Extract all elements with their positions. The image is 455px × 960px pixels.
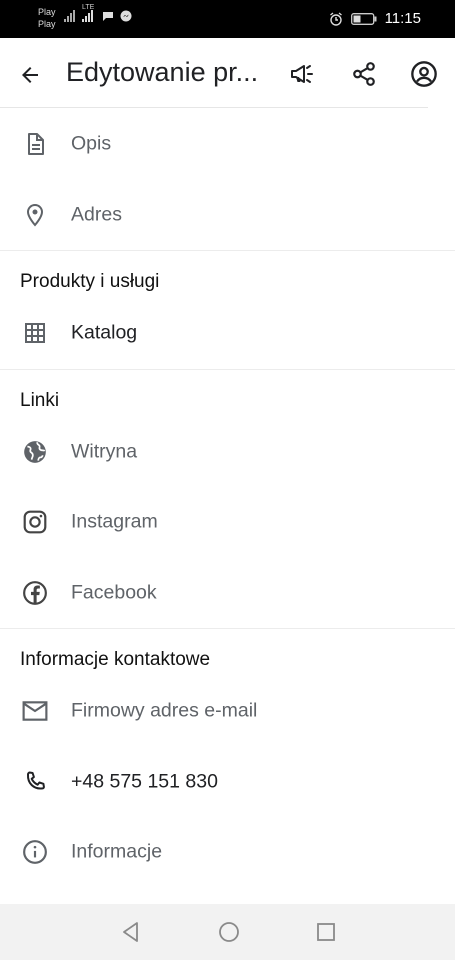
- list-item-opis[interactable]: Opis: [0, 109, 455, 180]
- mail-icon: [21, 697, 49, 725]
- back-triangle-icon[interactable]: [120, 921, 142, 943]
- share-icon: [351, 61, 377, 87]
- status-bar: Play Play LTE 11:15: [0, 0, 455, 38]
- settings-list: Opis Adres Produkty i usługi Katalog Lin…: [0, 109, 455, 888]
- signal-icon: [64, 10, 76, 22]
- list-item-facebook[interactable]: Facebook: [0, 558, 455, 629]
- section-header-contact: Informacje kontaktowe: [0, 629, 455, 676]
- section-title: Linki: [20, 389, 60, 411]
- page-title: Edytowanie pr...: [66, 57, 259, 87]
- home-circle-icon[interactable]: [218, 921, 240, 943]
- chat-bubble-icon: [102, 10, 114, 22]
- list-item-phone[interactable]: +48 575 151 830: [0, 747, 455, 818]
- list-item-instagram[interactable]: Instagram: [0, 487, 455, 558]
- list-item-label: Witryna: [71, 440, 138, 463]
- list-item-katalog[interactable]: Katalog: [0, 298, 455, 369]
- messenger-icon: [120, 10, 132, 22]
- section-title: Informacje kontaktowe: [20, 649, 211, 670]
- list-item-label: Adres: [71, 203, 122, 226]
- list-item-witryna[interactable]: Witryna: [0, 417, 455, 488]
- app-bar: Edytowanie pr...: [0, 38, 455, 108]
- location-pin-icon: [21, 201, 49, 229]
- section-header-links: Linki: [0, 370, 455, 417]
- battery-icon: [350, 12, 377, 25]
- section-header-products: Produkty i usługi: [0, 251, 455, 298]
- carrier-name-2: Play: [38, 19, 56, 29]
- carrier-info: Play Play: [38, 6, 56, 30]
- app-bar-divider: [0, 107, 428, 108]
- instagram-icon: [21, 508, 49, 536]
- list-item-info[interactable]: Informacje: [0, 817, 455, 888]
- clock: 11:15: [384, 10, 421, 27]
- globe-icon: [21, 438, 49, 466]
- grid-icon: [21, 319, 49, 347]
- alarm-icon: [329, 11, 343, 26]
- facebook-icon: [21, 579, 49, 607]
- system-nav-bar: [0, 904, 455, 960]
- account-circle-icon: [410, 60, 438, 88]
- lte-signal-icon: LTE: [82, 4, 96, 22]
- status-right: 11:15: [329, 10, 421, 27]
- arrow-back-icon: [18, 63, 42, 87]
- share-button[interactable]: [348, 58, 380, 90]
- list-item-label: Facebook: [71, 581, 157, 604]
- section-title: Produkty i usługi: [20, 271, 160, 292]
- list-item-label: Informacje: [71, 840, 163, 863]
- carrier-name-1: Play: [38, 7, 56, 17]
- list-item-email[interactable]: Firmowy adres e-mail: [0, 676, 455, 747]
- network-type: LTE: [82, 4, 95, 11]
- list-item-label: Katalog: [71, 321, 138, 344]
- list-item-label: +48 575 151 830: [71, 770, 218, 793]
- recents-square-icon[interactable]: [316, 922, 336, 942]
- document-icon: [21, 130, 49, 158]
- list-item-label: Opis: [71, 132, 112, 155]
- phone-icon: [21, 768, 49, 796]
- account-button[interactable]: [408, 58, 440, 90]
- megaphone-icon: [289, 62, 317, 86]
- status-left-icons: LTE: [64, 4, 132, 22]
- back-button[interactable]: [14, 59, 46, 91]
- list-item-adres[interactable]: Adres: [0, 180, 455, 251]
- list-item-label: Firmowy adres e-mail: [71, 699, 258, 722]
- info-icon: [21, 838, 49, 866]
- promote-button[interactable]: [287, 58, 319, 90]
- list-item-label: Instagram: [71, 510, 158, 533]
